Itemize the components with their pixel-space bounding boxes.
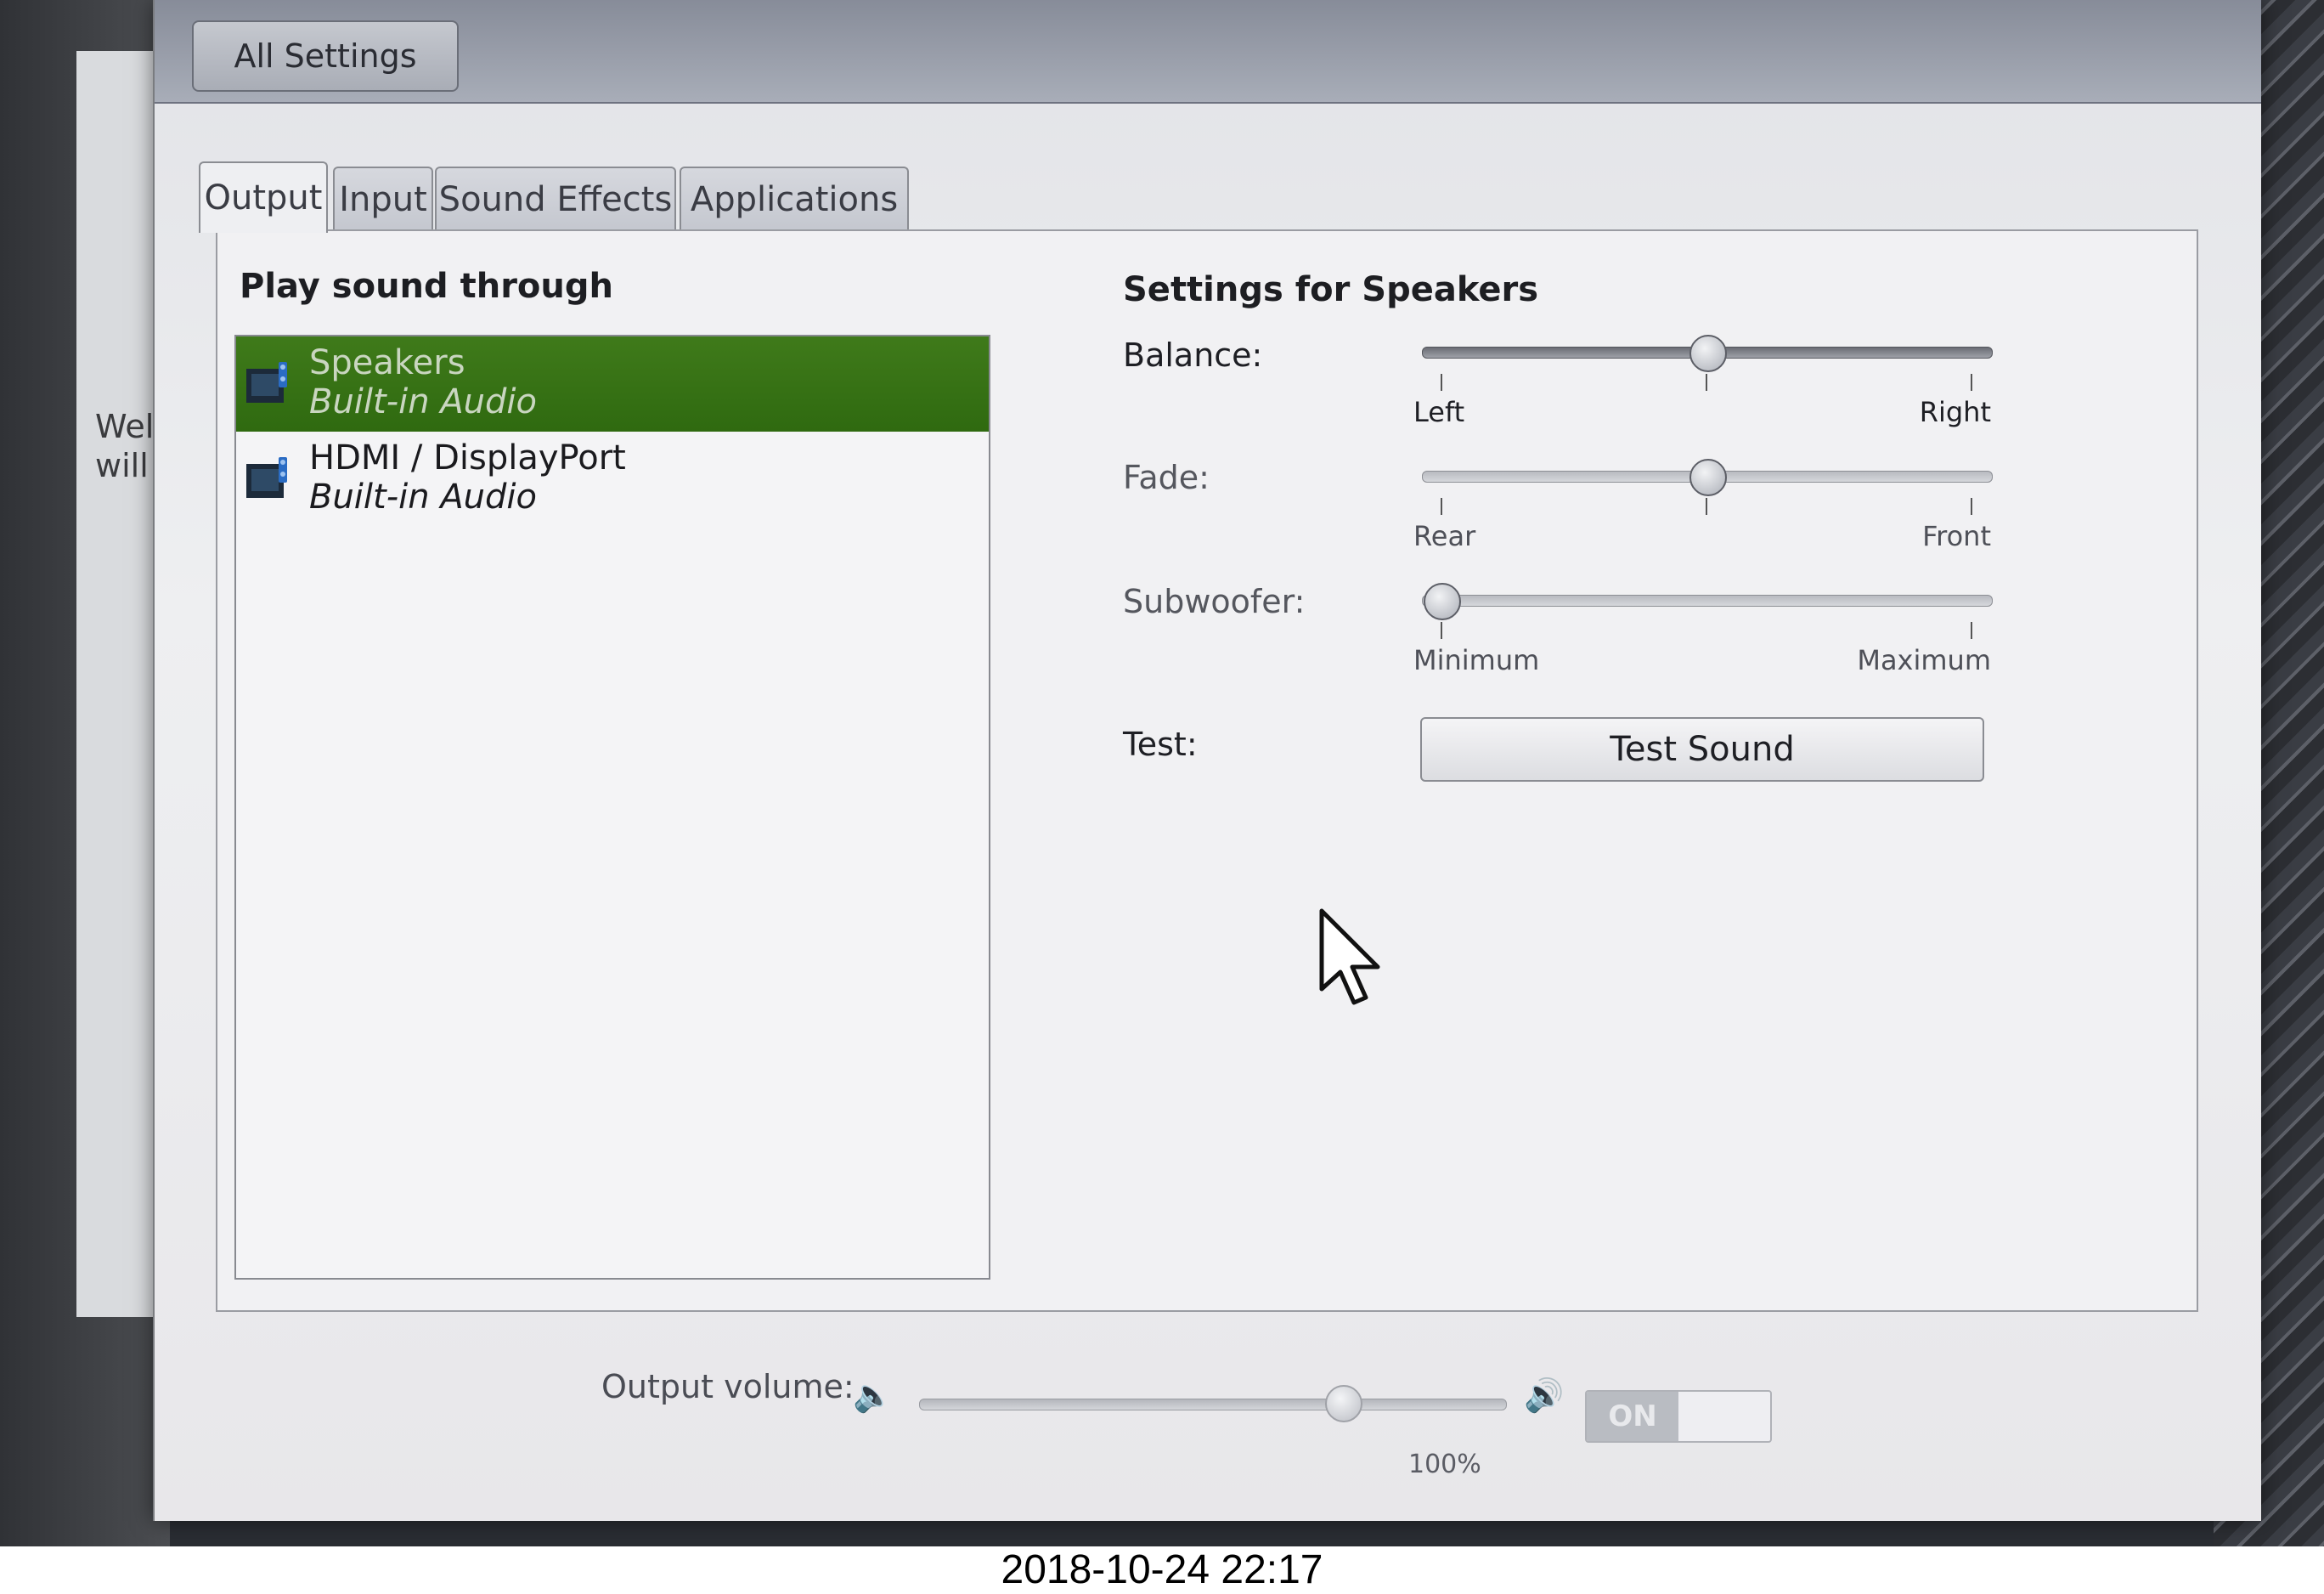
tick-mark (1706, 374, 1707, 391)
tab-input[interactable]: Input (333, 167, 433, 231)
tick-mark (1971, 374, 1972, 391)
device-row-hdmi[interactable]: HDMI / DisplayPort Built-in Audio (236, 432, 989, 527)
tick-mark (1971, 498, 1972, 515)
fade-slider[interactable]: Rear Front (1413, 459, 1993, 552)
output-volume-percent: 100% (1408, 1450, 1481, 1479)
switch-on-label: ON (1587, 1392, 1678, 1441)
speaker-low-icon: 🔈 (853, 1376, 894, 1414)
subwoofer-min-label: Minimum (1413, 644, 1540, 676)
balance-label: Balance: (1123, 336, 1263, 374)
subwoofer-label: Subwoofer: (1123, 583, 1306, 620)
photo-background: Wel will All Settings Output Input Sound… (0, 0, 2324, 1546)
background-window-text: will (95, 447, 149, 484)
test-label: Test: (1123, 726, 1198, 763)
fade-max-label: Front (1922, 520, 1991, 552)
device-description: Built-in Audio (309, 478, 538, 517)
output-volume-track[interactable] (919, 1399, 1507, 1410)
output-volume-knob[interactable] (1325, 1385, 1363, 1422)
sound-settings-window: All Settings Output Input Sound Effects … (153, 0, 2261, 1521)
subwoofer-knob[interactable] (1424, 583, 1461, 620)
device-name: HDMI / DisplayPort (309, 438, 626, 478)
balance-slider[interactable]: Left Right (1413, 335, 1993, 428)
fade-label: Fade: (1123, 459, 1210, 496)
subwoofer-max-label: Maximum (1857, 644, 1991, 676)
photo-timestamp: 2018-10-24 22:17 (0, 1546, 2324, 1594)
balance-knob[interactable] (1689, 335, 1727, 372)
header-bar: All Settings (155, 0, 2261, 104)
tick-mark (1441, 374, 1442, 391)
play-sound-through-title: Play sound through (240, 267, 613, 306)
tab-applications[interactable]: Applications (680, 167, 909, 231)
subwoofer-track[interactable] (1422, 595, 1993, 607)
fade-min-label: Rear (1413, 520, 1476, 552)
background-window-text: Wel (95, 408, 155, 445)
tick-mark (1971, 622, 1972, 639)
device-description: Built-in Audio (309, 382, 538, 421)
balance-max-label: Right (1919, 396, 1991, 428)
audio-card-icon (246, 362, 287, 403)
tick-mark (1441, 498, 1442, 515)
subwoofer-slider[interactable]: Minimum Maximum (1413, 583, 1993, 676)
tick-mark (1441, 622, 1442, 639)
speaker-high-icon[interactable]: 🔊 (1524, 1376, 1564, 1415)
audio-card-icon (246, 457, 287, 498)
device-name: Speakers (309, 343, 465, 382)
fade-knob[interactable] (1689, 459, 1727, 496)
balance-min-label: Left (1413, 396, 1465, 428)
device-list: Speakers Built-in Audio HDMI / DisplayPo… (234, 335, 990, 1280)
device-row-speakers[interactable]: Speakers Built-in Audio (236, 336, 989, 432)
tab-sound-effects[interactable]: Sound Effects (435, 167, 676, 231)
tick-mark (1706, 498, 1707, 515)
output-panel: Play sound through Speakers Built-in Aud… (216, 229, 2198, 1312)
mouse-pointer-icon (1319, 908, 1380, 1005)
settings-for-speakers-title: Settings for Speakers (1123, 270, 1539, 309)
all-settings-button[interactable]: All Settings (192, 20, 459, 92)
output-volume-label: Output volume: (601, 1368, 855, 1405)
mute-switch[interactable]: ON (1585, 1390, 1772, 1443)
test-sound-button[interactable]: Test Sound (1420, 717, 1984, 782)
tab-output[interactable]: Output (199, 161, 328, 233)
